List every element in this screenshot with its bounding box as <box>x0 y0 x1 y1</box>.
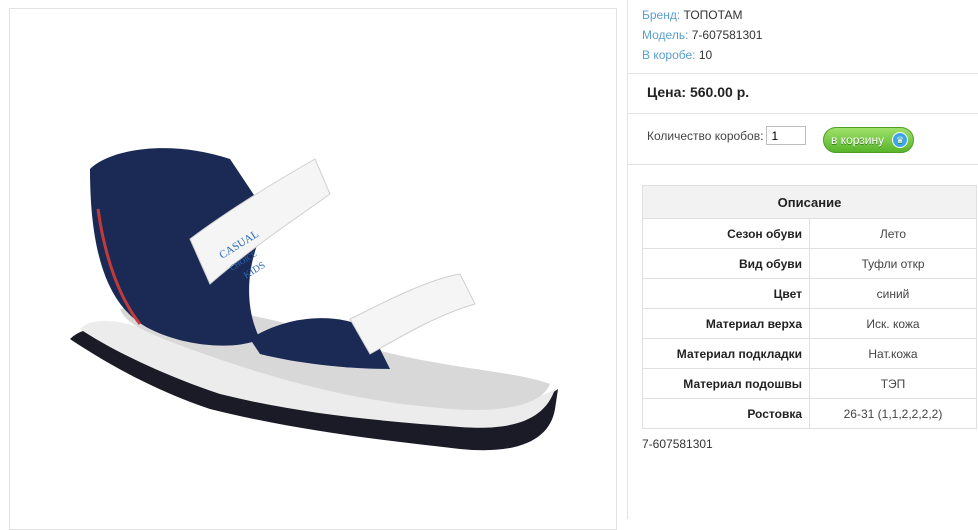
description-title: Описание <box>642 185 977 219</box>
table-row: Ростовка 26-31 (1,1,2,2,2,2) <box>642 398 977 429</box>
sku-text: 7-607581301 <box>642 437 713 451</box>
column-divider <box>627 0 628 519</box>
product-image[interactable]: CASUAL CHOICE KIDS <box>10 9 616 529</box>
table-row: Сезон обуви Лето <box>642 218 977 249</box>
brand-row: Бренд: ТОПОТАМ <box>642 8 743 22</box>
divider <box>628 113 978 114</box>
product-meta: Бренд: ТОПОТАМ Модель: 7-607581301 В кор… <box>642 5 762 65</box>
table-row: Материал верха Иск. кожа <box>642 308 977 339</box>
product-image-frame[interactable]: CASUAL CHOICE KIDS <box>9 8 617 530</box>
quantity-row: Количество коробов: <box>647 126 807 145</box>
add-to-cart-label: в корзину <box>831 133 885 147</box>
divider <box>628 164 978 165</box>
model-row: Модель: 7-607581301 <box>642 28 763 42</box>
box-count-row: В коробе: 10 <box>642 48 713 62</box>
add-to-cart-button[interactable]: в корзину ♛ <box>823 127 914 153</box>
crown-icon: ♛ <box>892 132 908 148</box>
price-label: Цена: 560.00 р. <box>647 84 750 100</box>
table-row: Материал подкладки Нат.кожа <box>642 338 977 369</box>
table-row: Материал подошвы ТЭП <box>642 368 977 399</box>
quantity-input[interactable] <box>766 126 807 145</box>
description-table: Описание Сезон обуви Лето Вид обуви Туфли … <box>642 185 977 429</box>
table-row: Цвет синий <box>642 278 977 309</box>
table-row: Вид обуви Туфли откр <box>642 248 977 279</box>
divider <box>628 73 978 74</box>
quantity-label: Количество коробов: <box>647 128 764 143</box>
